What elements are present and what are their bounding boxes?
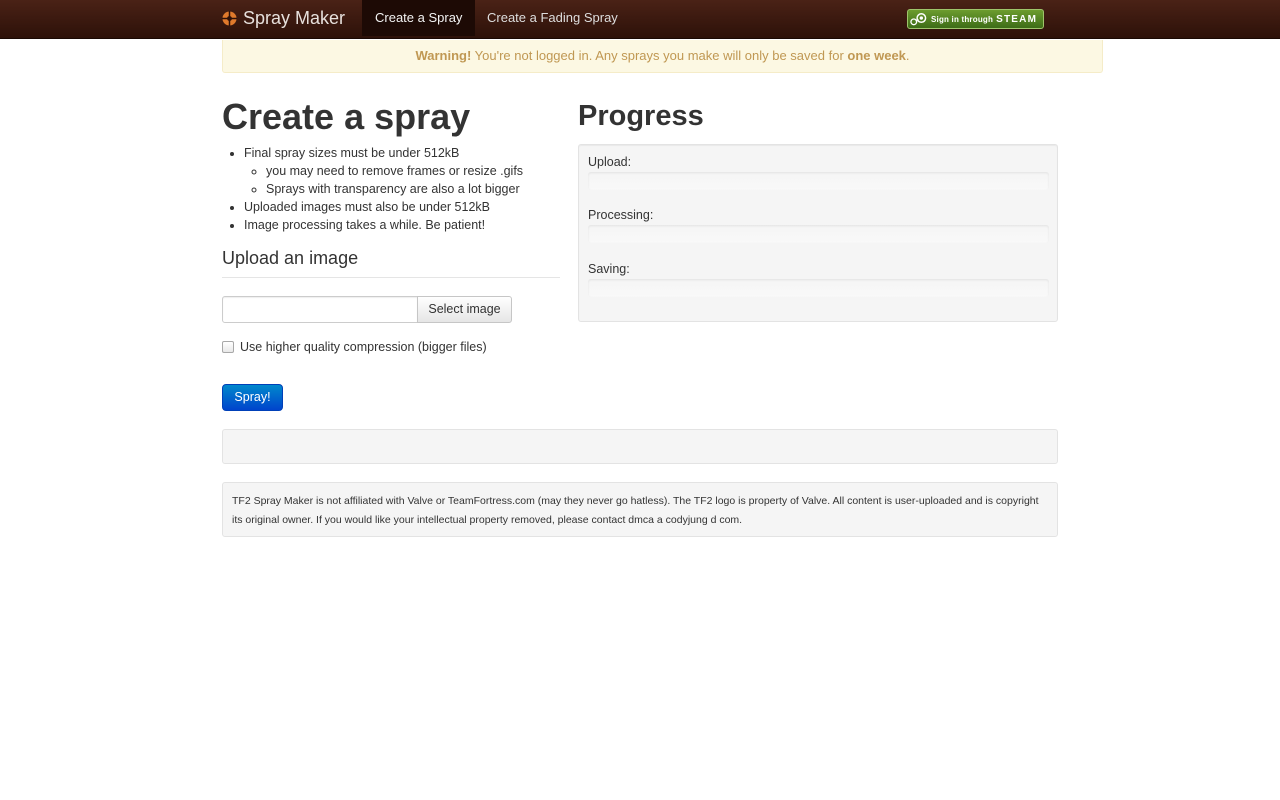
divider xyxy=(222,277,560,278)
brand-title: Spray Maker xyxy=(243,7,346,28)
alert-emphasis: one week xyxy=(847,48,906,63)
steam-signin-button[interactable]: Sign in through STEAM xyxy=(907,9,1044,29)
nav-create-spray[interactable]: Create a Spray xyxy=(362,0,476,36)
upload-heading: Upload an image xyxy=(222,248,359,268)
steam-icon xyxy=(910,13,927,26)
rule-subitem: you may need to remove frames or resize … xyxy=(266,162,523,180)
alert-text: You're not logged in. Any sprays you mak… xyxy=(471,48,848,63)
rule-sublist: you may need to remove frames or resize … xyxy=(266,162,523,198)
top-navbar: Spray Maker Create a Spray Create a Fadi… xyxy=(0,0,1280,39)
hq-compression-label[interactable]: Use higher quality compression (bigger f… xyxy=(240,340,487,354)
rule-item: Uploaded images must also be under 512kB xyxy=(244,198,523,216)
saving-progress-bar xyxy=(588,279,1049,297)
nav-create-fading-spray[interactable]: Create a Fading Spray xyxy=(474,0,631,36)
upload-progress-bar xyxy=(588,172,1049,190)
footer-disclaimer: TF2 Spray Maker is not affiliated with V… xyxy=(222,482,1058,537)
spray-submit-button[interactable]: Spray! xyxy=(222,384,283,411)
processing-progress-label: Processing: xyxy=(588,208,654,222)
select-image-button[interactable]: Select image xyxy=(417,296,512,323)
result-panel xyxy=(222,429,1058,464)
rule-item: Image processing takes a while. Be patie… xyxy=(244,216,523,234)
create-spray-heading: Create a spray xyxy=(222,96,471,137)
spray-rules-list: Final spray sizes must be under 512kB yo… xyxy=(244,144,523,234)
alert-end: . xyxy=(905,48,910,63)
alert-strong: Warning! xyxy=(415,48,472,63)
saving-progress-label: Saving: xyxy=(588,262,630,276)
steam-signin-prefix: Sign in through xyxy=(931,14,994,24)
rule-item: Final spray sizes must be under 512kB yo… xyxy=(244,144,523,198)
file-path-input[interactable] xyxy=(222,296,418,323)
steam-signin-word: STEAM xyxy=(996,13,1038,25)
login-warning-alert: Warning! You're not logged in. Any spray… xyxy=(222,40,1103,73)
upload-progress-label: Upload: xyxy=(588,155,632,169)
progress-heading: Progress xyxy=(578,100,704,132)
hq-compression-option[interactable]: Use higher quality compression (bigger f… xyxy=(222,340,487,354)
brand-link[interactable]: Spray Maker xyxy=(222,0,345,36)
tf2-logo-icon xyxy=(222,10,237,26)
hq-compression-checkbox[interactable] xyxy=(222,341,234,353)
rule-subitem: Sprays with transparency are also a lot … xyxy=(266,180,523,198)
progress-panel: Upload: Processing: Saving: xyxy=(578,144,1058,322)
processing-progress-bar xyxy=(588,225,1049,243)
